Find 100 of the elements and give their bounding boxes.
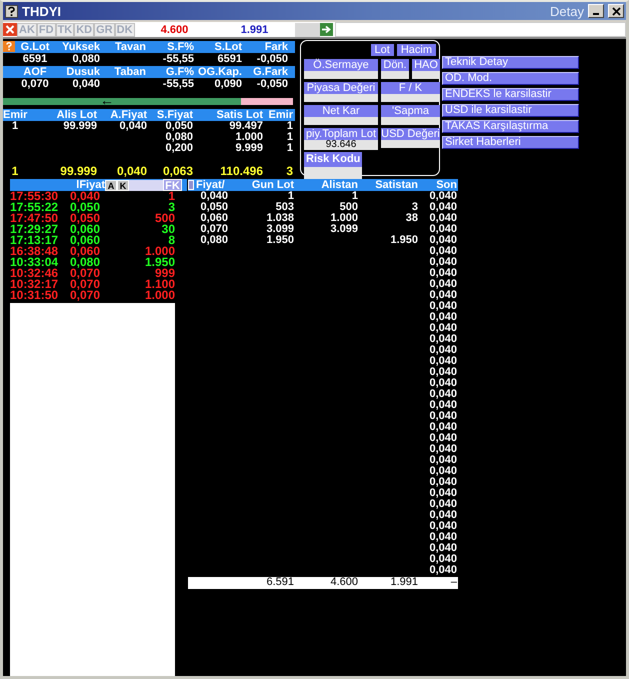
field-label: USD Değeri: [381, 128, 440, 140]
lot-cell-text: 30: [162, 224, 175, 235]
table-cell: 503: [276, 201, 294, 213]
toolbar-tab[interactable]: KD: [74, 22, 94, 36]
table-cell: 0,090: [214, 78, 242, 90]
total-cell: 4.600: [330, 576, 358, 588]
help-icon[interactable]: [5, 4, 18, 18]
time-cell-text: 10:32:46: [10, 268, 60, 279]
table-cell: 0,080: [72, 53, 100, 65]
total-cell: 0,040: [116, 164, 147, 178]
close-button[interactable]: [608, 4, 624, 18]
sort-button[interactable]: A: [105, 180, 117, 190]
total-cell: 1: [12, 164, 18, 178]
price-cell-text: 0,060: [70, 246, 102, 257]
sort-button[interactable]: K: [117, 180, 129, 190]
lot-cell-text: 999: [154, 268, 175, 279]
value-field: [381, 117, 440, 125]
price-cell-text: 0,070: [70, 268, 102, 279]
table-cell: 0,040: [429, 201, 457, 213]
table-cell: 1.038: [266, 212, 294, 224]
field-label: Net Kar: [304, 105, 378, 117]
time-cell-text: 10:32:17: [10, 279, 60, 290]
menu-item[interactable]: Teknik Detay: [442, 56, 579, 69]
field-label: Ö.Sermaye: [304, 59, 378, 71]
total-cell: 6.591: [266, 576, 294, 588]
table-cell: 3: [412, 201, 418, 213]
arrow-icon[interactable]: [320, 23, 333, 36]
table-cell: 38: [406, 212, 418, 224]
checkbox-icon[interactable]: [188, 180, 194, 190]
table-cell: 9.999: [235, 142, 263, 154]
table-cell: 6591: [218, 53, 242, 65]
table-cell: 0,040: [429, 487, 457, 499]
table-cell: 1: [352, 190, 358, 202]
table-cell: 0,040: [429, 454, 457, 466]
input-field[interactable]: [334, 22, 626, 37]
field-label: HAO: [412, 59, 440, 71]
lot-cell-text: 1.950: [144, 257, 175, 268]
table-cell: 0,040: [429, 377, 457, 389]
total-cell: 99.999: [60, 164, 97, 178]
table-cell: 0,070: [200, 223, 228, 235]
column-header: Fark: [264, 41, 288, 53]
field-label: Piyasa Değeri: [304, 82, 378, 94]
table-cell: 0,080: [200, 234, 228, 246]
column-header: S.Lot: [214, 41, 242, 53]
filter-button[interactable]: FK: [163, 179, 182, 191]
table-cell: 0,040: [429, 476, 457, 488]
table-cell: 0,060: [200, 212, 228, 224]
window-title: THDYI: [22, 4, 61, 18]
minimize-button[interactable]: [588, 4, 604, 18]
toolbar-tab[interactable]: TK: [56, 22, 74, 36]
toolbar-tab[interactable]: AK: [17, 22, 37, 36]
filter-field[interactable]: [129, 180, 163, 190]
toolbar-tab[interactable]: DK: [114, 22, 135, 36]
time-cell-text: 17:29:27: [10, 224, 60, 235]
toolbar-tab[interactable]: GR: [94, 22, 115, 36]
panel-tab[interactable]: Hacim: [396, 44, 436, 56]
value-field: [304, 167, 362, 179]
table-cell: 0,040: [429, 289, 457, 301]
table-cell: 0,040: [200, 190, 228, 202]
column-header: Dusuk: [65, 66, 100, 78]
column-header: AOF: [22, 66, 48, 78]
column-header: G.F%: [164, 66, 194, 78]
lot-cell-text: 1.000: [144, 246, 175, 257]
table-cell: 0,040: [429, 311, 457, 323]
column-header: Son: [435, 179, 457, 191]
menu-item[interactable]: Sirket Haberleri: [442, 136, 579, 149]
table-cell: 3.099: [330, 223, 358, 235]
value-field: [412, 71, 440, 79]
menu-item[interactable]: TAKAS Karşılaştırma: [442, 120, 579, 133]
table-cell: 0,040: [429, 300, 457, 312]
column-header: Gun Lot: [250, 179, 294, 191]
table-cell: 0,040: [429, 267, 457, 279]
lot-cell-text: 1: [167, 191, 175, 202]
column-header: Fiyat/: [196, 179, 225, 191]
menu-item[interactable]: OD. Mod.: [442, 72, 579, 85]
table-cell: 0,040: [429, 366, 457, 378]
lot-cell-text: 1.100: [144, 279, 175, 290]
close-icon: [612, 6, 620, 16]
total-cell: –: [450, 576, 457, 588]
table-cell: 0,040: [429, 212, 457, 224]
panel-tab[interactable]: Lot: [370, 44, 394, 56]
column-header: Satis Lot: [216, 109, 263, 121]
price-cell-text: 0,050: [70, 213, 102, 224]
table-cell: 6591: [22, 53, 48, 65]
table-cell: 0,040: [429, 410, 457, 422]
table-cell: 0,070: [21, 78, 49, 90]
menu-item[interactable]: USD ile karsilastir: [442, 104, 579, 117]
table-cell: 0,040: [429, 564, 457, 576]
column-header: G.Fark: [252, 66, 288, 78]
close-icon[interactable]: [3, 23, 17, 36]
column-header: G.Lot: [20, 41, 50, 53]
column-header: Taban: [113, 66, 146, 78]
table-cell: 0,040: [429, 465, 457, 477]
menu-item[interactable]: ENDEKS le karsilastir: [442, 88, 579, 101]
toolbar-tab[interactable]: FD: [36, 22, 56, 36]
column-header: Emir: [268, 109, 293, 121]
table-cell: -55,55: [162, 78, 194, 90]
total-cell: 0,063: [162, 164, 193, 178]
table-cell: 0,040: [429, 234, 457, 246]
price-cell-text: 0,080: [70, 257, 102, 268]
